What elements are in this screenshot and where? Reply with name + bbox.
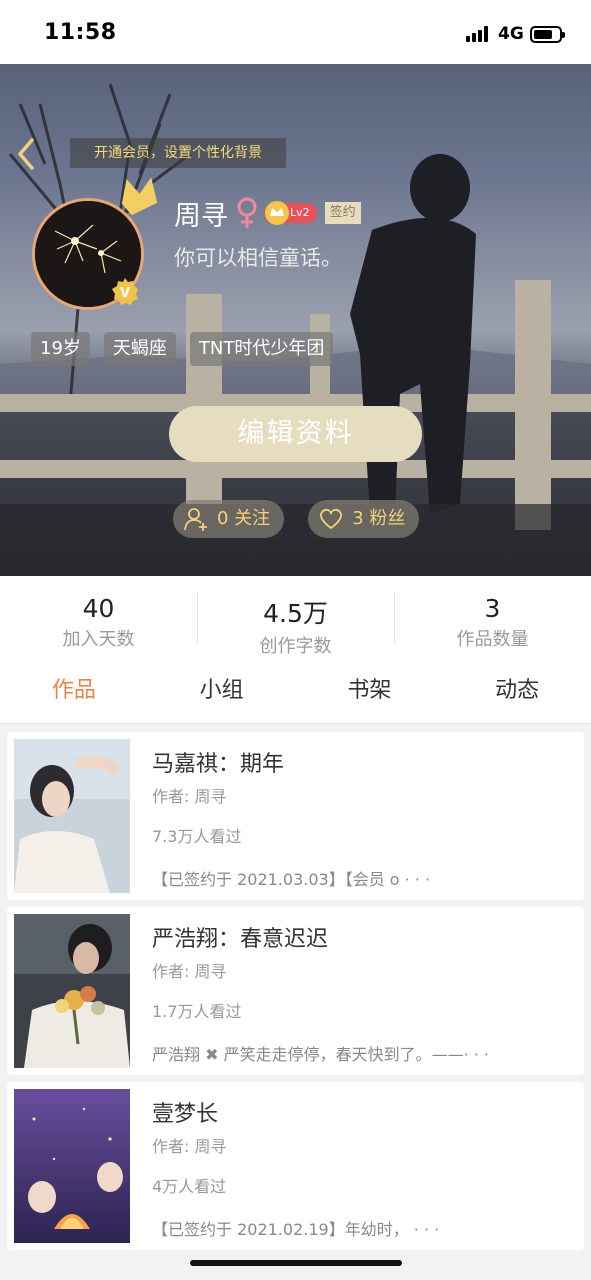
following-label: 0 关注: [217, 508, 271, 529]
stat-value: 4.5万: [263, 599, 328, 628]
tag-age: 19岁: [31, 332, 90, 366]
following-button[interactable]: 0 关注: [173, 500, 285, 538]
work-author: 作者: 周寻: [152, 787, 227, 806]
work-author: 作者: 周寻: [152, 1137, 227, 1156]
stat-label: 创作字数: [259, 636, 332, 657]
work-card[interactable]: 马嘉祺：期年 作者: 周寻 7.3万人看过 【已签约于 2021.03.03】【…: [7, 732, 584, 900]
work-description: 【已签约于 2021.02.19】年幼时， · · ·: [152, 1220, 440, 1239]
work-title: 壹梦长: [152, 1102, 219, 1127]
follow-row: 0 关注 3 粉丝: [173, 500, 420, 538]
work-cover-image: [14, 914, 130, 1068]
stat-days: 40 加入天数: [0, 576, 197, 658]
stat-label: 作品数量: [456, 629, 529, 650]
followers-button[interactable]: 3 粉丝: [308, 500, 420, 538]
signed-tag: 签约: [324, 202, 361, 224]
tab-works[interactable]: 作品: [0, 658, 148, 723]
edit-profile-button[interactable]: 编辑资料: [169, 406, 422, 462]
svg-text:V: V: [120, 286, 130, 301]
work-views: 1.7万人看过: [152, 1002, 242, 1021]
battery-icon: [530, 26, 565, 43]
add-person-icon: [184, 508, 207, 531]
work-description: 严浩翔 ✖ 严笑走走停停，春天快到了。——· · ·: [152, 1045, 490, 1064]
bio: 你可以相信童话。: [174, 246, 342, 270]
tab-groups[interactable]: 小组: [148, 658, 296, 723]
stat-words: 4.5万 创作字数: [197, 576, 394, 658]
level-badge: Lv2: [264, 201, 317, 225]
username: 周寻: [174, 200, 228, 232]
followers-label: 3 粉丝: [352, 508, 406, 529]
status-bar: 11:58 4G: [0, 0, 591, 64]
work-title: 马嘉祺：期年: [152, 752, 285, 777]
stat-label: 加入天数: [62, 629, 135, 650]
work-card[interactable]: 壹梦长 作者: 周寻 4万人看过 【已签约于 2021.02.19】年幼时， ·…: [7, 1082, 584, 1250]
tag-zodiac: 天蝎座: [103, 332, 176, 366]
work-card[interactable]: 严浩翔：春意迟迟 作者: 周寻 1.7万人看过 严浩翔 ✖ 严笑走走停停，春天快…: [7, 907, 584, 1075]
home-indicator: [190, 1260, 402, 1266]
network-label: 4G: [498, 24, 524, 44]
level-label: Lv2: [290, 206, 310, 219]
stat-works: 3 作品数量: [394, 576, 591, 658]
stats-bar: 40 加入天数 4.5万 创作字数 3 作品数量: [0, 576, 591, 658]
tab-bookshelf[interactable]: 书架: [296, 658, 444, 723]
back-arrow-icon[interactable]: [12, 134, 42, 174]
work-author: 作者: 周寻: [152, 962, 227, 981]
stat-value: 3: [484, 594, 501, 623]
work-cover-image: [14, 739, 130, 893]
tab-activity[interactable]: 动态: [443, 658, 591, 723]
work-description: 【已签约于 2021.03.03】【会员 o · · ·: [152, 870, 431, 889]
female-gender-icon: [237, 197, 257, 228]
work-title: 严浩翔：春意迟迟: [152, 927, 329, 952]
signal-icon: [466, 26, 492, 42]
work-views: 7.3万人看过: [152, 827, 242, 846]
work-cover-image: [14, 1089, 130, 1243]
heart-icon: [320, 508, 343, 530]
content-tabs: 作品 小组 书架 动态: [0, 658, 591, 724]
profile-tags: 19岁 天蝎座 TNT时代少年团: [31, 332, 334, 366]
status-time: 11:58: [44, 20, 117, 45]
stat-value: 40: [82, 594, 115, 623]
tag-fandom: TNT时代少年团: [189, 332, 334, 366]
verified-v-icon: V: [112, 278, 138, 305]
profile-header: 开通会员，设置个性化背景 V 周寻 Lv2 签约 你可以相信童话。 19岁 天蝎…: [0, 64, 591, 576]
level-crown-icon: [265, 201, 289, 225]
work-views: 4万人看过: [152, 1177, 227, 1196]
name-row: 周寻 Lv2 签约: [174, 196, 361, 232]
vip-background-banner[interactable]: 开通会员，设置个性化背景: [70, 138, 286, 168]
